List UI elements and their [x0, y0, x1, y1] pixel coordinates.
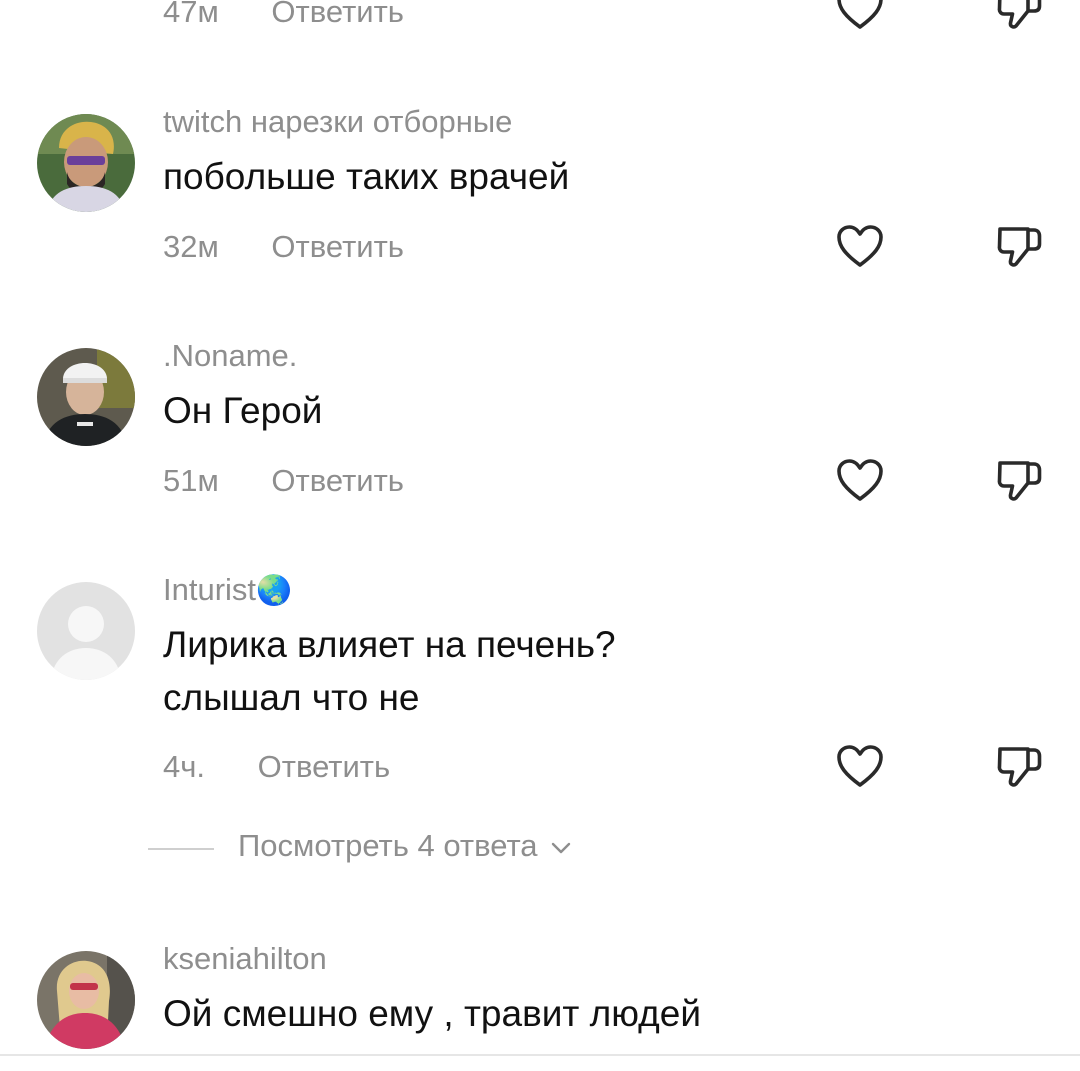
comment-text-line: Лирика влияет на печень? [163, 624, 616, 665]
avatar[interactable] [37, 582, 135, 680]
heart-outline-icon[interactable] [835, 223, 885, 269]
chevron-down-icon [551, 842, 571, 854]
comment-text: Он Герой [163, 390, 323, 431]
heart-outline-icon[interactable] [835, 743, 885, 789]
comment-text-line: слышал что не [163, 677, 420, 718]
heart-outline-icon[interactable] [835, 457, 885, 503]
avatar[interactable] [37, 951, 135, 1049]
comment-username[interactable]: Inturist🌏 [163, 572, 292, 608]
reply-button[interactable]: Ответить [271, 229, 404, 265]
thumbs-down-icon[interactable] [995, 0, 1045, 31]
comment-meta: 47м Ответить [163, 0, 404, 30]
bottom-divider [0, 1054, 1080, 1056]
reply-button[interactable]: Ответить [271, 463, 404, 499]
reply-button[interactable]: Ответить [271, 0, 404, 30]
avatar[interactable] [37, 114, 135, 212]
user-silhouette-icon [37, 582, 135, 680]
thumbs-down-icon[interactable] [995, 223, 1045, 269]
username-text: Inturist [163, 572, 257, 607]
reply-button[interactable]: Ответить [258, 749, 391, 785]
view-replies-label: Посмотреть 4 ответа [238, 828, 538, 863]
replies-divider [148, 848, 214, 850]
comment-text: побольше таких врачей [163, 156, 570, 197]
comment-username[interactable]: twitch нарезки отборные [163, 104, 512, 140]
comment-username[interactable]: .Noname. [163, 338, 297, 374]
thumbs-down-icon[interactable] [995, 457, 1045, 503]
comment-time: 32м [163, 229, 219, 264]
avatar[interactable] [37, 348, 135, 446]
heart-outline-icon[interactable] [835, 0, 885, 31]
comment-time: 47м [163, 0, 219, 29]
comment-time: 51м [163, 463, 219, 498]
comment-meta: 32м Ответить [163, 229, 404, 265]
comment-text: Лирика влияет на печень? слышал что не [163, 618, 616, 724]
globe-emoji: 🌏 [256, 575, 293, 607]
comment-text: Ой смешно ему , травит людей [163, 993, 701, 1034]
thumbs-down-icon[interactable] [995, 743, 1045, 789]
comment-time: 4ч. [163, 749, 206, 784]
comment-meta: 51м Ответить [163, 463, 404, 499]
comment-username[interactable]: kseniahilton [163, 941, 327, 977]
view-replies-button[interactable]: Посмотреть 4 ответа [238, 828, 572, 864]
comment-meta: 4ч. Ответить [163, 749, 390, 785]
